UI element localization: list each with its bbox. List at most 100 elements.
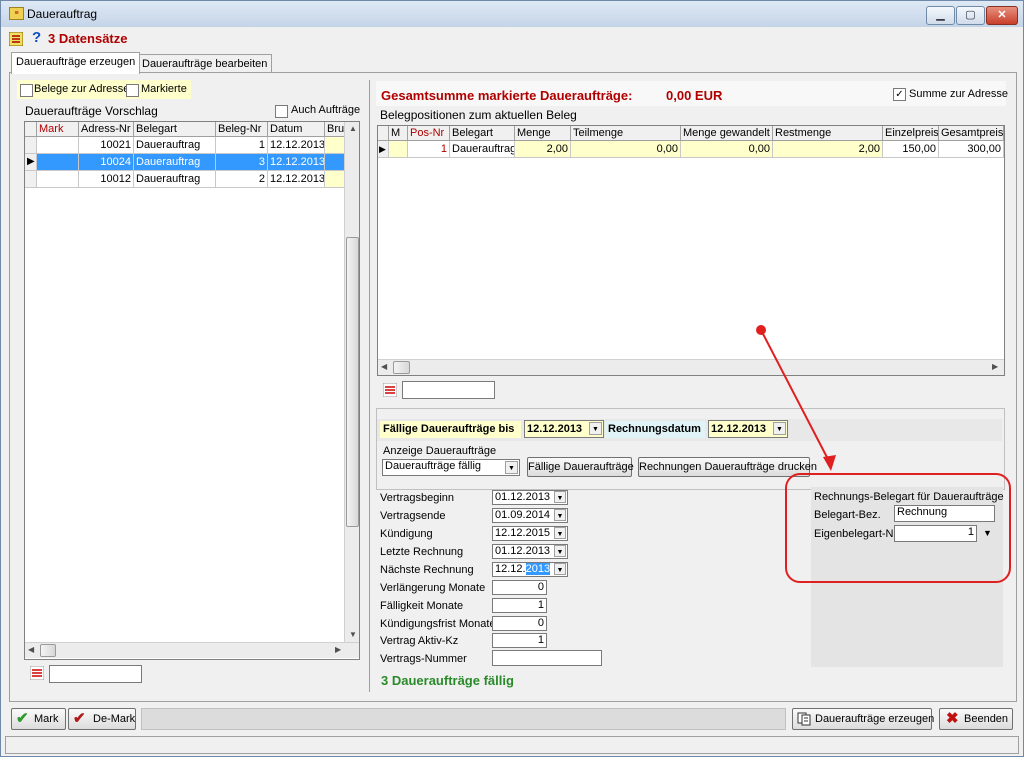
- cell-adress-nr[interactable]: 10021: [79, 137, 134, 154]
- col-belegart[interactable]: Belegart: [134, 122, 216, 137]
- cell-gesamtpreis[interactable]: 300,00: [939, 141, 1004, 158]
- scroll-left-icon[interactable]: ◀: [28, 645, 34, 654]
- auch-auftraege-label: Auch Aufträge: [291, 104, 361, 116]
- col-bru[interactable]: Bru: [325, 122, 345, 137]
- record-count: 3 Datensätze: [48, 31, 128, 46]
- cell-einzelpreis[interactable]: 150,00: [883, 141, 939, 158]
- scroll-up-icon[interactable]: ▲: [349, 124, 357, 133]
- hscroll-thumb[interactable]: [393, 361, 410, 374]
- faellige-button[interactable]: Fällige Daueraufträge: [527, 457, 634, 477]
- cell-beleg-nr[interactable]: 2: [216, 171, 268, 188]
- cell-mark[interactable]: [37, 137, 79, 154]
- vscroll-thumb[interactable]: [346, 237, 359, 527]
- filter-list-icon[interactable]: [30, 666, 44, 680]
- cell-beleg-nr[interactable]: 1: [216, 137, 268, 154]
- cell-bru[interactable]: [325, 171, 345, 188]
- cell-belegart[interactable]: Dauerauftrag: [134, 171, 216, 188]
- kuendigung-dropdown-icon[interactable]: ▼: [554, 527, 566, 539]
- vorschlag-grid: Mark Adress-Nr Belegart Beleg-Nr Datum B…: [24, 121, 360, 660]
- col-mark[interactable]: Mark: [37, 122, 79, 137]
- summe-adresse-checkbox[interactable]: ✓: [893, 88, 906, 101]
- left-search-input[interactable]: [49, 665, 142, 683]
- verlaengerung-input[interactable]: 0: [492, 580, 547, 595]
- due-bis-dropdown-icon[interactable]: ▼: [589, 422, 602, 435]
- col-beleg-nr[interactable]: Beleg-Nr: [216, 122, 268, 137]
- hscroll-thumb[interactable]: [40, 644, 56, 657]
- col-menge[interactable]: Menge: [515, 126, 571, 141]
- markierte-checkbox[interactable]: [126, 84, 139, 97]
- summe-adresse-label: Summe zur Adresse: [909, 88, 1009, 100]
- col-gesamtpreis[interactable]: Gesamtpreis: [939, 126, 1004, 141]
- minimize-button[interactable]: ▁: [926, 6, 955, 25]
- letzte-rechnung-dropdown-icon[interactable]: ▼: [554, 545, 566, 557]
- cell-bru[interactable]: [325, 137, 345, 154]
- help-icon[interactable]: ?: [32, 29, 41, 46]
- cell-beleg-nr[interactable]: 3: [216, 154, 268, 171]
- cell-belegart[interactable]: Dauerauftrag: [134, 154, 216, 171]
- tab-dauerauftraege-bearbeiten[interactable]: Daueraufträge bearbeiten: [137, 54, 273, 73]
- positions-search-input[interactable]: [402, 381, 495, 399]
- vertragsbeginn-dropdown-icon[interactable]: ▼: [554, 491, 566, 503]
- vorschlag-hscroll[interactable]: ◀ ▶: [25, 642, 359, 658]
- faelligkeit-input[interactable]: 1: [492, 598, 547, 613]
- kuendigungsfrist-input[interactable]: 0: [492, 616, 547, 631]
- erzeugen-button[interactable]: Daueraufträge erzeugen: [792, 708, 934, 730]
- cell-datum[interactable]: 12.12.2013: [268, 154, 325, 171]
- cell-belegart[interactable]: Dauerauftrag: [450, 141, 515, 158]
- scroll-left-icon[interactable]: ◀: [381, 362, 387, 371]
- cell-menge-gewandelt[interactable]: 0,00: [681, 141, 773, 158]
- auch-auftraege-checkbox[interactable]: [275, 105, 288, 118]
- col-einzelpreis[interactable]: Einzelpreis: [883, 126, 939, 141]
- kuendigungsfrist-label: Kündigungsfrist Monate: [380, 618, 496, 630]
- cell-menge[interactable]: 2,00: [515, 141, 571, 158]
- col-datum[interactable]: Datum: [268, 122, 325, 137]
- vertragsende-dropdown-icon[interactable]: ▼: [554, 509, 566, 521]
- demark-button[interactable]: ✔ De-Mark: [68, 708, 136, 730]
- aktiv-kz-input[interactable]: 1: [492, 633, 547, 648]
- col-pos-nr[interactable]: Pos-Nr: [408, 126, 450, 141]
- vertrags-nummer-input[interactable]: [492, 650, 602, 666]
- cell-m[interactable]: [389, 141, 408, 158]
- faelligkeit-label: Fälligkeit Monate: [380, 600, 464, 612]
- col-teilmenge[interactable]: Teilmenge: [571, 126, 681, 141]
- col-m[interactable]: M: [389, 126, 408, 141]
- cell-datum[interactable]: 12.12.2013: [268, 137, 325, 154]
- splitter[interactable]: [369, 80, 370, 692]
- cell-teilmenge[interactable]: 0,00: [571, 141, 681, 158]
- vertragsbeginn-label: Vertragsbeginn: [380, 492, 454, 504]
- maximize-button[interactable]: ▢: [956, 6, 985, 25]
- belege-adresse-checkbox[interactable]: [20, 84, 33, 97]
- naechste-rechnung-selected: 2013: [525, 563, 551, 575]
- cell-mark[interactable]: [37, 154, 79, 171]
- scroll-down-icon[interactable]: ▼: [349, 630, 357, 639]
- col-menge-gewandelt[interactable]: Menge gewandelt: [681, 126, 773, 141]
- anzeige-dropdown-icon[interactable]: ▼: [505, 461, 518, 474]
- cell-adress-nr[interactable]: 10024: [79, 154, 134, 171]
- col-belegart[interactable]: Belegart: [450, 126, 515, 141]
- col-adress-nr[interactable]: Adress-Nr: [79, 122, 134, 137]
- anzeige-select[interactable]: Daueraufträge fällig: [382, 459, 520, 476]
- cell-belegart[interactable]: Dauerauftrag: [134, 137, 216, 154]
- row-indicator: [25, 171, 37, 188]
- close-button[interactable]: ✕: [986, 6, 1018, 25]
- belege-adresse-label: Belege zur Adresse: [34, 83, 130, 95]
- col-restmenge[interactable]: Restmenge: [773, 126, 883, 141]
- cell-adress-nr[interactable]: 10012: [79, 171, 134, 188]
- naechste-rechnung-dropdown-icon[interactable]: ▼: [554, 563, 566, 575]
- beenden-button[interactable]: ✖ Beenden: [939, 708, 1013, 730]
- positions-list-icon[interactable]: [383, 383, 397, 397]
- cell-restmenge[interactable]: 2,00: [773, 141, 883, 158]
- cell-datum[interactable]: 12.12.2013: [268, 171, 325, 188]
- cell-pos-nr[interactable]: 1: [408, 141, 450, 158]
- beenden-label: Beenden: [964, 713, 1009, 725]
- cell-mark[interactable]: [37, 171, 79, 188]
- markierte-label: Markierte: [141, 83, 187, 95]
- scroll-right-icon[interactable]: ▶: [335, 645, 341, 654]
- main-window: ≡ Dauerauftrag ▁ ▢ ✕ ? 3 Datensätze Daue…: [0, 0, 1024, 757]
- tab-dauerauftraege-erzeugen[interactable]: Daueraufträge erzeugen: [11, 52, 141, 74]
- vorschlag-vscroll[interactable]: ▲ ▼: [344, 122, 359, 642]
- mark-button[interactable]: ✔ Mark: [11, 708, 66, 730]
- due-bis-label: Fällige Daueraufträge bis: [383, 423, 515, 435]
- cell-bru[interactable]: [325, 154, 345, 171]
- list-icon[interactable]: [9, 32, 23, 46]
